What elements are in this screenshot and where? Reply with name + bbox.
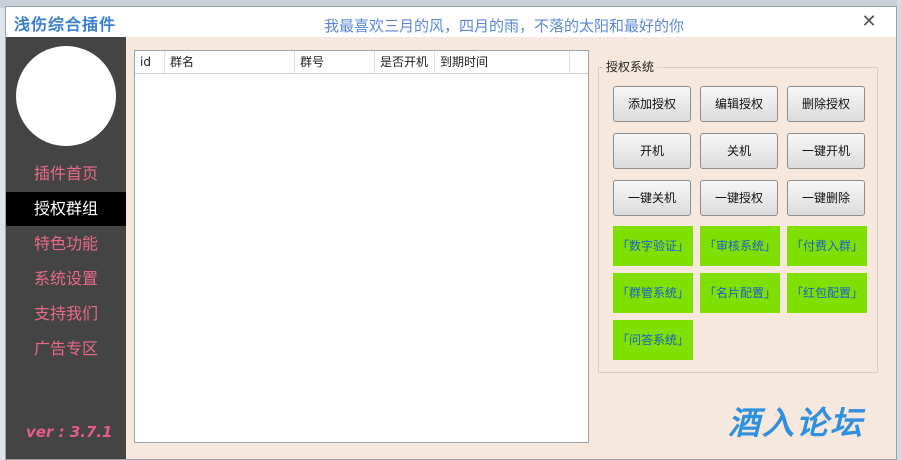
version-label: ver : 3.7.1: [26, 423, 113, 441]
column-header-group-name[interactable]: 群名: [165, 51, 295, 73]
sidebar-item-features[interactable]: 特色功能: [6, 227, 126, 261]
sidebar-item-home[interactable]: 插件首页: [6, 157, 126, 191]
forum-watermark: 酒入论坛: [728, 404, 865, 442]
delete-auth-button[interactable]: 删除授权: [787, 86, 865, 122]
add-auth-button[interactable]: 添加授权: [613, 86, 691, 122]
edit-auth-button[interactable]: 编辑授权: [700, 86, 778, 122]
title-slogan: 我最喜欢三月的风，四月的雨，不落的太阳和最好的你: [324, 17, 685, 35]
review-system-button[interactable]: 「审核系统」: [700, 226, 780, 266]
all-auth-button[interactable]: 一键授权: [700, 180, 778, 216]
red-packet-config-button[interactable]: 「红包配置」: [787, 273, 867, 313]
column-header-filler: [570, 51, 588, 73]
all-delete-button[interactable]: 一键删除: [787, 180, 865, 216]
qa-system-button[interactable]: 「问答系统」: [613, 320, 693, 360]
group-table[interactable]: id 群名 群号 是否开机 到期时间: [134, 50, 589, 443]
column-header-group-number[interactable]: 群号: [295, 51, 375, 73]
column-header-powered-on[interactable]: 是否开机: [375, 51, 435, 73]
all-power-off-button[interactable]: 一键关机: [613, 180, 691, 216]
sidebar-item-ads[interactable]: 广告专区: [6, 332, 126, 366]
power-off-button[interactable]: 关机: [700, 133, 778, 169]
card-config-button[interactable]: 「名片配置」: [700, 273, 780, 313]
group-admin-button[interactable]: 「群管系统」: [613, 273, 693, 313]
desktop-backdrop-right: [897, 0, 902, 460]
sidebar: 插件首页 授权群组 特色功能 系统设置 支持我们 广告专区 ver : 3.7.…: [6, 37, 126, 459]
title-bar[interactable]: 浅伤综合插件 我最喜欢三月的风，四月的雨，不落的太阳和最好的你 ✕: [6, 7, 896, 37]
column-header-expiry[interactable]: 到期时间: [435, 51, 570, 73]
app-title: 浅伤综合插件: [14, 15, 117, 34]
sidebar-item-auth-groups[interactable]: 授权群组: [6, 192, 126, 226]
plugin-window: 浅伤综合插件 我最喜欢三月的风，四月的雨，不落的太阳和最好的你 ✕ 插件首页 授…: [5, 6, 897, 460]
paid-join-button[interactable]: 「付费入群」: [787, 226, 867, 266]
all-power-on-button[interactable]: 一键开机: [787, 133, 865, 169]
power-on-button[interactable]: 开机: [613, 133, 691, 169]
close-icon[interactable]: ✕: [858, 11, 880, 33]
table-header: id 群名 群号 是否开机 到期时间: [135, 51, 588, 74]
auth-system-legend: 授权系统: [603, 58, 658, 75]
sidebar-item-support[interactable]: 支持我们: [6, 297, 126, 331]
number-verify-button[interactable]: 「数字验证」: [613, 226, 693, 266]
sidebar-item-settings[interactable]: 系统设置: [6, 262, 126, 296]
column-header-id[interactable]: id: [135, 51, 165, 73]
avatar: [16, 46, 116, 146]
